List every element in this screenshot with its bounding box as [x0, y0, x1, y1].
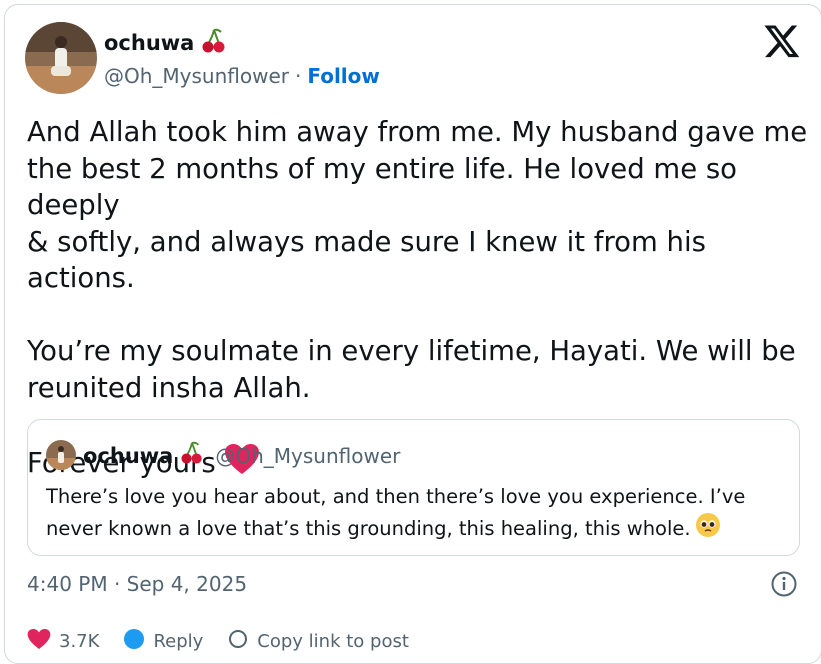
author-handle[interactable]: @Oh_Mysunflower — [104, 64, 289, 88]
action-bar: 3.7K Reply Copy link to post — [27, 628, 409, 655]
like-count: 3.7K — [59, 631, 100, 652]
heart-icon — [27, 628, 51, 655]
author-avatar[interactable] — [25, 22, 97, 94]
quoted-avatar — [46, 440, 76, 470]
quoted-author-handle: @Oh_Mysunflower — [215, 443, 401, 468]
pleading-face-icon — [695, 512, 721, 547]
follow-button[interactable]: Follow — [307, 64, 380, 88]
reply-label: Reply — [153, 631, 204, 652]
quoted-text: There’s love you hear about, and then th… — [46, 482, 786, 547]
link-icon — [227, 628, 249, 655]
copy-link-button[interactable]: Copy link to post — [227, 628, 409, 655]
copy-link-label: Copy link to post — [257, 631, 409, 652]
separator: · — [295, 64, 302, 88]
cherries-icon — [181, 441, 203, 470]
quoted-post[interactable]: ochuwa @Oh_Mysunflower There’s love you … — [27, 419, 800, 556]
x-logo-icon[interactable] — [763, 22, 801, 60]
cherries-icon — [202, 28, 226, 58]
reply-button[interactable]: Reply — [123, 628, 203, 655]
quoted-author-name: ochuwa — [83, 443, 174, 468]
post-timestamp[interactable]: 4:40 PM · Sep 4, 2025 — [27, 572, 247, 596]
like-button[interactable]: 3.7K — [27, 628, 99, 655]
reply-icon — [123, 628, 145, 655]
info-icon[interactable] — [770, 570, 798, 598]
author-name[interactable]: ochuwa — [104, 31, 194, 55]
